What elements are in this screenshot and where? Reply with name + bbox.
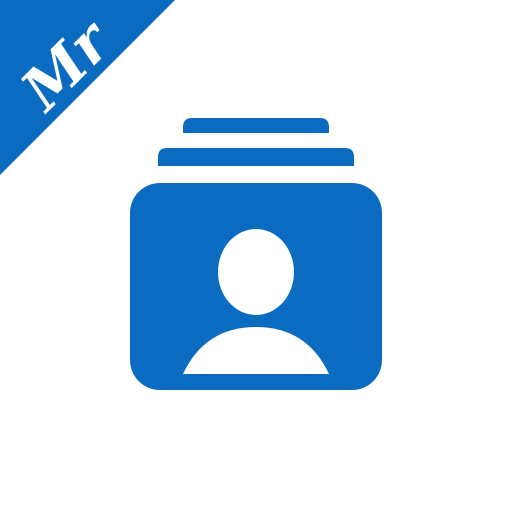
app-icon: Mr (0, 0, 512, 512)
contacts-stack-icon (130, 118, 382, 390)
stack-card-back (183, 118, 329, 133)
person-head-icon (218, 229, 294, 315)
stack-card-middle (158, 148, 354, 166)
